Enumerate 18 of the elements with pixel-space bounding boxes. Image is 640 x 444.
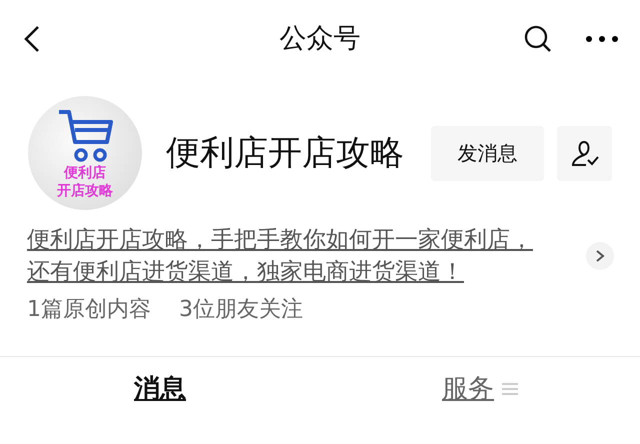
menu-icon xyxy=(502,382,518,396)
back-icon[interactable] xyxy=(24,25,40,53)
description-text[interactable]: 还有便利店进货渠道，独家电商进货渠道！ xyxy=(27,256,464,288)
avatar-text: 开店攻略 xyxy=(57,182,113,200)
account-name: 便利店开店攻略 xyxy=(166,132,405,175)
message-button[interactable]: 发消息 xyxy=(431,126,544,180)
stat-text: 1篇原创内容 xyxy=(27,296,151,324)
more-icon[interactable] xyxy=(586,36,618,42)
avatar-text: 便利店 xyxy=(64,164,106,182)
search-icon[interactable] xyxy=(524,25,552,53)
tab[interactable]: 消息 xyxy=(134,369,186,408)
stat-text: 3位朋友关注 xyxy=(179,296,303,324)
follow-button[interactable] xyxy=(557,126,612,180)
tab[interactable]: 服务 xyxy=(442,369,494,408)
description-text[interactable]: 便利店开店攻略，手把手教你如何开一家便利店， xyxy=(27,224,533,256)
person-check-icon xyxy=(570,139,600,167)
chevron-icon[interactable] xyxy=(586,242,614,270)
page-title: 公众号 xyxy=(280,22,360,56)
